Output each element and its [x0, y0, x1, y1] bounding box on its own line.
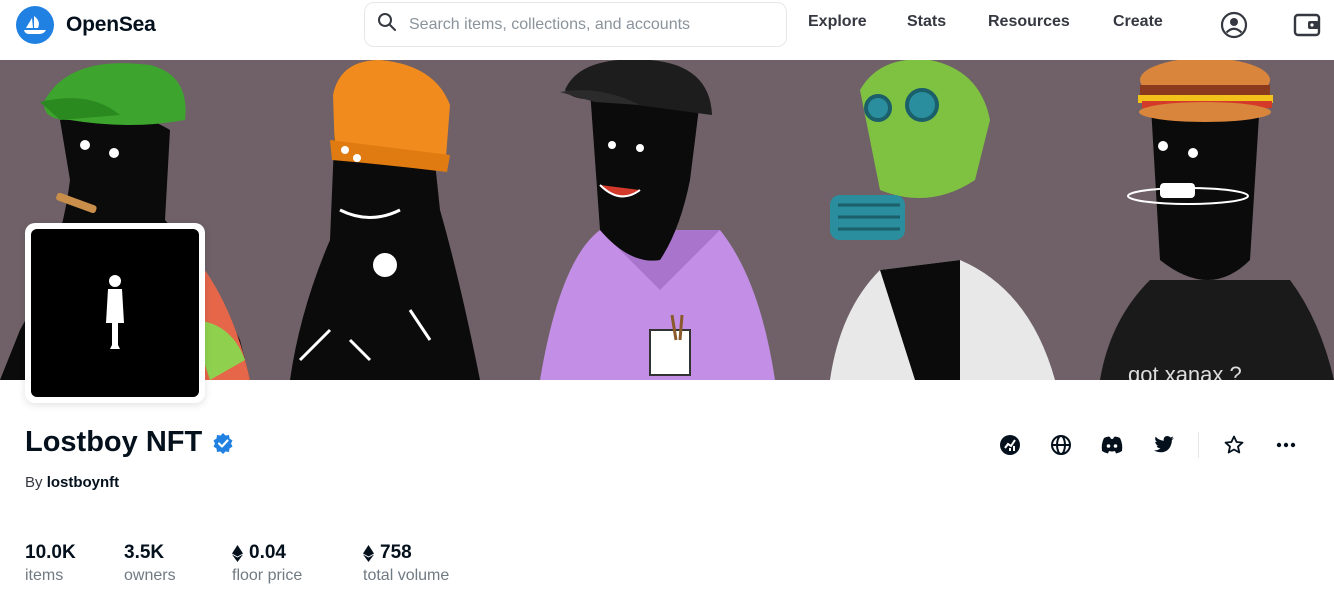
- banner-character-2: [290, 60, 480, 380]
- banner-character-5: got xanax ?: [1100, 60, 1334, 380]
- social-divider: [1198, 432, 1199, 458]
- opensea-logo[interactable]: OpenSea: [16, 6, 156, 44]
- stat-floor-price: 0.04 floor price: [232, 542, 302, 585]
- opensea-logo-icon: [16, 6, 54, 44]
- website-globe-icon[interactable]: [1048, 432, 1074, 458]
- stat-label: total volume: [363, 567, 450, 584]
- collection-title: Lostboy NFT: [25, 426, 203, 458]
- collection-avatar[interactable]: [25, 223, 205, 403]
- stat-value: 758: [380, 542, 412, 563]
- search-icon: [377, 12, 397, 37]
- nav-create[interactable]: Create: [1113, 13, 1163, 31]
- stat-value: 10.0K: [25, 542, 76, 563]
- ethereum-icon: [363, 544, 374, 562]
- account-icon[interactable]: [1220, 11, 1248, 39]
- lostboy-figure-icon: [106, 275, 124, 349]
- activity-chart-icon[interactable]: [997, 432, 1023, 458]
- brand-name: OpenSea: [66, 13, 156, 36]
- banner-caption: got xanax ?: [1128, 362, 1242, 380]
- twitter-icon[interactable]: [1151, 432, 1177, 458]
- more-options-icon[interactable]: [1273, 432, 1299, 458]
- creator-link[interactable]: lostboynft: [47, 474, 120, 491]
- search-input[interactable]: [409, 15, 769, 34]
- stat-label: owners: [124, 567, 176, 584]
- stat-items: 10.0K items: [25, 542, 76, 585]
- creator-byline: By lostboynft: [25, 474, 119, 491]
- favorite-star-icon[interactable]: [1221, 432, 1247, 458]
- ethereum-icon: [232, 544, 243, 562]
- stat-value: 0.04: [249, 542, 286, 563]
- stat-label: floor price: [232, 567, 303, 584]
- discord-icon[interactable]: [1099, 432, 1125, 458]
- nav-explore[interactable]: Explore: [808, 13, 867, 31]
- wallet-icon[interactable]: [1293, 11, 1321, 39]
- stat-label: items: [25, 567, 64, 584]
- top-header: OpenSea Explore Stats Resources Create: [0, 0, 1334, 60]
- verified-badge-icon: [213, 432, 233, 454]
- banner-character-3: [540, 60, 775, 380]
- nav-resources[interactable]: Resources: [988, 13, 1070, 31]
- nav-stats[interactable]: Stats: [907, 13, 946, 31]
- stat-value: 3.5K: [124, 542, 165, 563]
- byline-prefix: By: [25, 474, 43, 491]
- banner-character-4: [830, 60, 1055, 380]
- avatar-image: [31, 229, 199, 397]
- collection-title-row: Lostboy NFT: [25, 426, 234, 459]
- stat-total-volume: 758 total volume: [363, 542, 449, 585]
- stat-owners: 3.5K owners: [124, 542, 176, 585]
- search-bar[interactable]: [364, 2, 787, 47]
